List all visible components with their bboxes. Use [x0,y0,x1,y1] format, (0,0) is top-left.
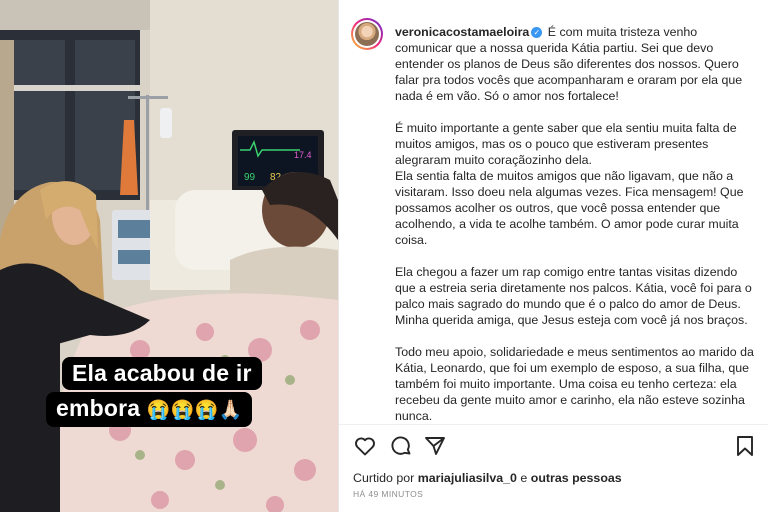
post-caption: veronicacostamaeloira ✓ É com muita trist… [395,24,757,440]
caption-paragraph-3: Ela chegou a fazer um rap comigo entre t… [395,265,752,327]
verified-badge-icon: ✓ [531,27,543,39]
caption-paragraph-1: veronicacostamaeloira ✓ É com muita trist… [395,24,757,104]
caption-paragraph-2: É muito importante a gente saber que ela… [395,121,744,247]
caption-paragraph-4: Todo meu apoio, solidariedade e meus sen… [395,345,754,423]
crying-emojis: 😭😭😭🙏🏻 [146,400,243,421]
likes-summary: Curtido por mariajuliasilva_0 e outras p… [353,471,622,485]
comment-icon[interactable] [389,434,413,458]
action-bar [353,434,757,458]
hospital-scene-image: 99 82 17.4 [0,0,338,512]
heart-icon[interactable] [353,434,377,458]
likes-connector: e [520,471,528,485]
divider [339,424,768,425]
avatar[interactable] [351,18,383,50]
story-caption: Ela acabou de ir embora 😭😭😭🙏🏻 [46,357,298,427]
caption-line-2-text: embora [56,395,141,421]
others-link[interactable]: outras pessoas [531,471,622,485]
username-link[interactable]: veronicacostamaeloira [395,25,529,39]
monitor-readout-1: 99 [244,172,256,183]
post-panel: veronicacostamaeloira ✓ É com muita trist… [338,0,768,512]
likes-prefix: Curtido por [353,471,415,485]
post-photo[interactable]: 99 82 17.4 Ela acabou de ir embora 😭😭😭🙏🏻 [0,0,338,512]
monitor-readout-3: 17.4 [294,150,312,160]
post-timestamp[interactable]: HÁ 49 MINUTOS [353,489,423,499]
liked-by-user-link[interactable]: mariajuliasilva_0 [418,471,517,485]
share-icon[interactable] [423,434,447,458]
caption-line-2: embora 😭😭😭🙏🏻 [46,392,253,427]
avatar-image [355,22,379,46]
bookmark-icon[interactable] [733,434,757,458]
caption-line-1: Ela acabou de ir [62,357,262,390]
